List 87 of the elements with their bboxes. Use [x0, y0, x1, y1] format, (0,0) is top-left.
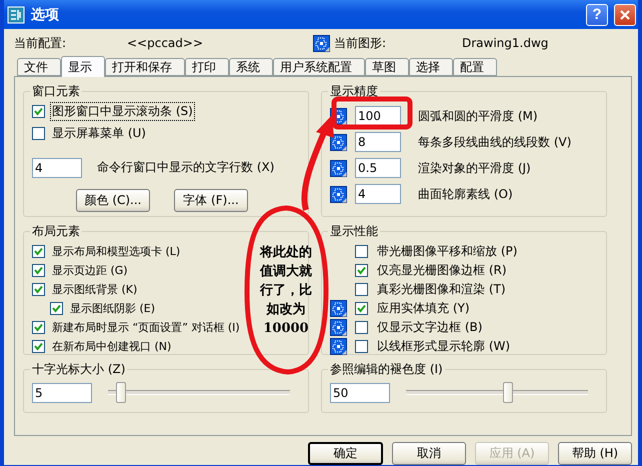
profile-label: 当前配置: — [14, 34, 68, 52]
tab[interactable]: 配置 — [453, 58, 497, 76]
checkbox-label[interactable]: 仅显示文字边框 (B) — [376, 318, 484, 336]
drawing-file-icon — [330, 160, 347, 176]
help-button[interactable]: ? — [586, 4, 608, 26]
tab[interactable]: 打开和保存 — [105, 58, 185, 76]
tab[interactable]: 用户系统配置 — [273, 58, 365, 76]
dialog-button[interactable]: 字体 (F)... — [174, 189, 248, 212]
field-label: 渲染对象的平滑度 (J) — [417, 160, 532, 176]
group-title: 十字光标大小 (Z) — [31, 361, 126, 378]
checkbox-label[interactable]: 新建布局时显示 “页面设置” 对话框 (I) — [51, 320, 241, 334]
group-title: 显示性能 — [329, 223, 379, 240]
slider-track[interactable] — [406, 382, 588, 403]
check-icon — [34, 342, 43, 350]
group-title: 参照编辑的褪色度 (I) — [329, 361, 444, 378]
input-field[interactable]: 4 — [355, 184, 401, 204]
drawing-file-icon — [313, 34, 330, 52]
checkbox[interactable] — [32, 126, 45, 140]
checkbox[interactable] — [50, 302, 63, 314]
checkbox-label[interactable]: 显示屏幕菜单 (U) — [51, 124, 147, 142]
checkbox[interactable] — [355, 302, 368, 314]
tab[interactable]: 打印 — [185, 58, 229, 76]
checkbox[interactable] — [32, 244, 45, 258]
checkbox-label[interactable]: 显示图纸阴影 (E) — [69, 300, 156, 316]
callout-text: 将此处的 值调大就 行了，比 如改为 10000 — [258, 244, 313, 338]
close-icon — [619, 8, 631, 20]
checkbox-label[interactable]: 图形窗口中显示滚动条 (S) — [51, 102, 194, 120]
check-icon — [34, 266, 43, 274]
checkbox-label[interactable]: 仅亮显光栅图像边框 (R) — [376, 262, 508, 278]
field-label: 曲面轮廓素线 (O) — [417, 186, 514, 202]
check-icon — [34, 246, 43, 256]
drawing-file-icon — [330, 134, 347, 150]
group-title: 显示精度 — [329, 83, 379, 100]
slider-thumb[interactable] — [116, 382, 126, 403]
check-icon — [52, 304, 61, 312]
app-icon — [7, 6, 25, 24]
window-title: 选项 — [31, 6, 60, 24]
checkbox-label[interactable]: 应用实体填充 (Y) — [376, 300, 471, 316]
checkbox[interactable] — [355, 340, 368, 352]
drawing-value: Drawing1.dwg — [462, 36, 548, 50]
checkbox-label[interactable]: 在新布局中创建视口 (N) — [51, 338, 172, 354]
checkbox[interactable] — [355, 320, 368, 334]
checkbox[interactable] — [355, 264, 368, 276]
drawing-file-icon — [330, 186, 347, 202]
checkbox[interactable] — [32, 104, 45, 118]
checkbox[interactable] — [32, 282, 45, 296]
checkbox[interactable] — [355, 244, 368, 258]
dialog-button[interactable]: 取消 — [392, 442, 466, 465]
check-icon — [34, 106, 43, 116]
input-field[interactable]: 50 — [330, 382, 390, 402]
group-title: 布局元素 — [31, 223, 81, 240]
dialog-button[interactable]: 颜色 (C)... — [76, 189, 150, 212]
tab[interactable]: 显示 — [61, 56, 105, 77]
input-field[interactable]: 8 — [355, 132, 401, 152]
group-title: 窗口元素 — [31, 83, 81, 100]
check-icon — [357, 266, 366, 274]
input-field[interactable]: 4 — [32, 158, 82, 178]
profile-value: <<pccad>> — [127, 36, 204, 50]
checkbox-label[interactable]: 以线框形式显示轮廓 (W) — [376, 338, 512, 354]
checkbox[interactable] — [32, 264, 45, 276]
field-label: 每条多段线曲线的线段数 (V) — [417, 134, 572, 150]
input-field[interactable]: 0.5 — [355, 158, 401, 178]
tab[interactable]: 系统 — [229, 58, 273, 76]
check-icon — [357, 304, 366, 312]
input-field[interactable]: 5 — [32, 382, 92, 402]
check-icon — [34, 322, 43, 332]
tab[interactable]: 草图 — [365, 58, 409, 76]
dialog-button[interactable]: 帮助 (H) — [558, 442, 632, 465]
tab[interactable]: 文件 — [17, 58, 61, 76]
checkbox[interactable] — [32, 320, 45, 334]
dialog-button[interactable]: 确定 — [308, 442, 383, 465]
checkbox[interactable] — [32, 340, 45, 352]
checkbox-label[interactable]: 真彩光栅图像和渲染 (T) — [376, 280, 507, 298]
checkbox-label[interactable]: 显示页边距 (G) — [51, 262, 129, 278]
drawing-label: 当前图形: — [334, 34, 388, 52]
check-icon — [34, 284, 43, 294]
checkbox-label[interactable]: 显示布局和模型选项卡 (L) — [51, 244, 182, 258]
slider-track[interactable] — [108, 382, 290, 403]
input-field[interactable]: 100 — [355, 106, 401, 126]
checkbox-label[interactable]: 显示图纸背景 (K) — [51, 282, 138, 296]
tab[interactable]: 选择 — [409, 58, 453, 76]
slider-thumb[interactable] — [502, 382, 513, 403]
checkbox-label[interactable]: 带光栅图像平移和缩放 (P) — [376, 242, 518, 260]
field-label: 圆弧和圆的平滑度 (M) — [417, 108, 539, 124]
checkbox[interactable] — [355, 282, 368, 296]
field-label: 命令行窗口中显示的文字行数 (X) — [96, 159, 276, 176]
close-button[interactable] — [614, 4, 636, 26]
